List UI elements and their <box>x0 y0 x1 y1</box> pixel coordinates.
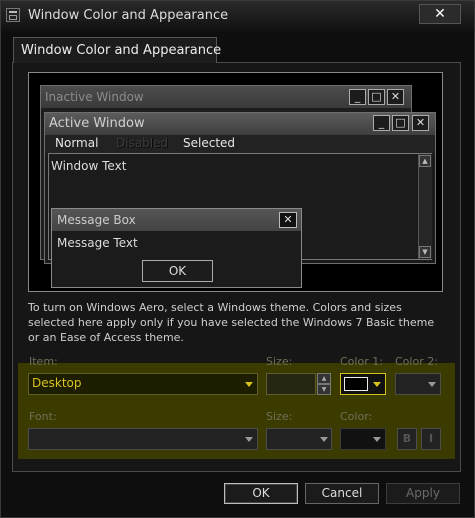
font-dropdown-arrow-icon[interactable] <box>245 437 253 442</box>
color1-swatch <box>344 377 368 391</box>
font-color-label: Color: <box>340 410 373 423</box>
window-text: Window Text <box>51 159 127 173</box>
message-box-close-icon: ✕ <box>279 212 297 228</box>
item-select-value: Desktop <box>32 376 82 390</box>
apply-button[interactable]: Apply <box>386 483 460 504</box>
aero-info-text: To turn on Windows Aero, select a Window… <box>28 301 435 344</box>
inactive-close-icon: ✕ <box>387 89 404 105</box>
color2-dropdown-arrow-icon[interactable] <box>428 382 436 387</box>
message-box-text: Message Text <box>57 236 138 250</box>
window-icon <box>6 8 20 22</box>
inactive-maximize-icon: □ <box>368 89 385 105</box>
font-size-dropdown-arrow-icon[interactable] <box>320 437 328 442</box>
preview-scrollbar[interactable] <box>418 154 432 259</box>
bold-button[interactable]: B <box>397 428 417 450</box>
item-size-input[interactable] <box>266 373 316 395</box>
font-size-label: Size: <box>266 410 293 423</box>
color1-dropdown-arrow-icon[interactable] <box>373 382 381 387</box>
item-dropdown-arrow-icon[interactable] <box>245 382 253 387</box>
size-down-icon[interactable]: ▼ <box>317 384 331 395</box>
active-maximize-icon: □ <box>392 115 409 131</box>
item-label: Item: <box>29 355 58 368</box>
tab-window-color-appearance[interactable]: Window Color and Appearance <box>13 37 221 63</box>
scroll-up-icon[interactable]: ▲ <box>419 155 431 167</box>
menu-item-disabled[interactable]: Disabled <box>116 136 168 150</box>
color2-label: Color 2: <box>395 355 438 368</box>
active-close-icon: ✕ <box>412 115 429 131</box>
inactive-window-title: Inactive Window <box>45 90 144 104</box>
color1-label: Color 1: <box>340 355 383 368</box>
scroll-down-icon[interactable]: ▼ <box>419 246 431 258</box>
italic-button[interactable]: I <box>421 428 441 450</box>
size-label: Size: <box>266 355 293 368</box>
active-window-title: Active Window <box>49 116 145 131</box>
message-box-title: Message Box <box>57 213 136 227</box>
active-minimize-icon: _ <box>373 115 390 131</box>
inactive-minimize-icon: _ <box>349 89 366 105</box>
font-select[interactable] <box>28 428 258 450</box>
cancel-button[interactable]: Cancel <box>305 483 379 504</box>
close-button[interactable]: ✕ <box>419 4 461 24</box>
menu-item-normal[interactable]: Normal <box>55 136 98 150</box>
preview-menubar <box>45 135 435 153</box>
font-label: Font: <box>29 410 57 423</box>
message-box-ok-button[interactable]: OK <box>142 260 213 282</box>
menu-item-selected[interactable]: Selected <box>183 136 235 150</box>
size-up-icon[interactable]: ▲ <box>317 373 331 384</box>
window-title: Window Color and Appearance <box>28 8 229 23</box>
ok-button[interactable]: OK <box>224 483 298 504</box>
font-color-dropdown-arrow-icon[interactable] <box>373 437 381 442</box>
